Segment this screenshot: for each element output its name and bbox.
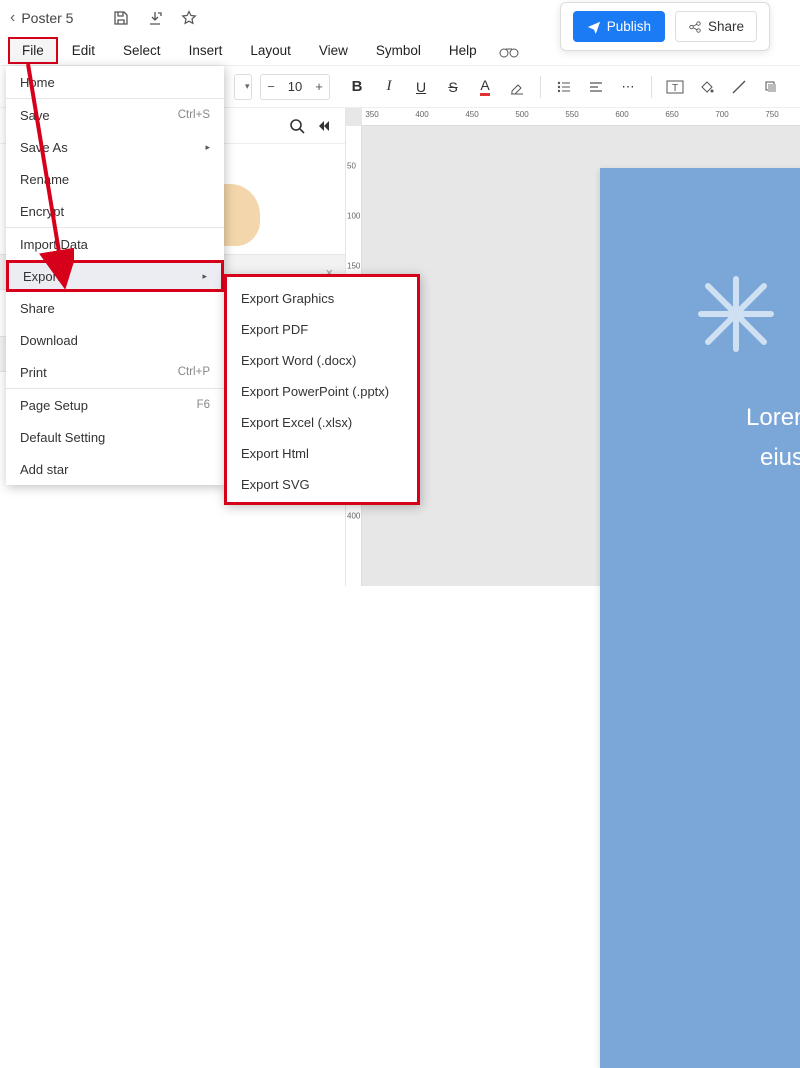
export-pdf[interactable]: Export PDF: [227, 314, 417, 345]
export-graphics[interactable]: Export Graphics: [227, 283, 417, 314]
ruler-horizontal: 350 400 450 500 550 600 650 700 750: [362, 108, 800, 126]
poster-page[interactable]: Loren eius: [600, 168, 800, 1068]
file-save[interactable]: SaveCtrl+S: [6, 99, 224, 131]
file-share[interactable]: Share: [6, 292, 224, 324]
align-button[interactable]: [581, 72, 611, 102]
strikethrough-button[interactable]: S: [438, 72, 468, 102]
menu-edit[interactable]: Edit: [58, 37, 109, 64]
export-html[interactable]: Export Html: [227, 438, 417, 469]
export-submenu: Export Graphics Export PDF Export Word (…: [224, 274, 420, 505]
file-print[interactable]: PrintCtrl+P: [6, 356, 224, 388]
file-import-data[interactable]: Import Data: [6, 228, 224, 260]
save-icon[interactable]: [113, 10, 129, 26]
publish-share-panel: Publish Share: [560, 2, 770, 51]
export-powerpoint[interactable]: Export PowerPoint (.pptx): [227, 376, 417, 407]
font-family-dropdown[interactable]: [234, 74, 252, 100]
menu-help[interactable]: Help: [435, 37, 491, 64]
font-size-plus[interactable]: +: [309, 79, 329, 94]
panel-collapse-icon[interactable]: [315, 118, 331, 134]
snowflake-icon: [696, 274, 776, 354]
publish-label: Publish: [607, 19, 651, 34]
highlight-button[interactable]: [502, 72, 532, 102]
font-size-value: 10: [281, 79, 309, 94]
menu-view[interactable]: View: [305, 37, 362, 64]
share-label: Share: [708, 19, 744, 34]
file-add-star[interactable]: Add star: [6, 453, 224, 485]
more-text-options[interactable]: ⋯: [613, 72, 643, 102]
paper-plane-icon: [587, 20, 601, 34]
poster-text-2: eius: [760, 444, 800, 472]
binoculars-icon[interactable]: [491, 40, 527, 62]
font-size-minus[interactable]: −: [261, 79, 281, 94]
publish-button[interactable]: Publish: [573, 11, 665, 42]
file-save-as[interactable]: Save As▸: [6, 131, 224, 163]
document-title: Poster 5: [21, 10, 73, 26]
file-export[interactable]: Export▸: [6, 260, 224, 292]
menu-symbol[interactable]: Symbol: [362, 37, 435, 64]
bullet-list-button[interactable]: [549, 72, 579, 102]
menu-file[interactable]: File: [8, 37, 58, 64]
file-rename[interactable]: Rename: [6, 163, 224, 195]
fill-button[interactable]: [692, 72, 722, 102]
line-button[interactable]: [724, 72, 754, 102]
menu-select[interactable]: Select: [109, 37, 175, 64]
share-button[interactable]: Share: [675, 11, 757, 42]
export-excel[interactable]: Export Excel (.xlsx): [227, 407, 417, 438]
panel-search-icon[interactable]: [289, 118, 305, 134]
menu-layout[interactable]: Layout: [236, 37, 305, 64]
poster-text-1: Loren: [746, 404, 800, 432]
export-svg[interactable]: Export SVG: [227, 469, 417, 500]
share-icon: [688, 20, 702, 34]
italic-button[interactable]: I: [374, 72, 404, 102]
back-chevron[interactable]: ‹: [10, 9, 15, 27]
svg-text:T: T: [672, 83, 678, 94]
bold-button[interactable]: B: [342, 72, 372, 102]
star-icon[interactable]: [181, 10, 197, 26]
export-word[interactable]: Export Word (.docx): [227, 345, 417, 376]
font-size-stepper[interactable]: − 10 +: [260, 74, 330, 100]
export-quick-icon[interactable]: [147, 10, 163, 26]
underline-button[interactable]: U: [406, 72, 436, 102]
separator: [651, 76, 652, 98]
file-default-setting[interactable]: Default Setting: [6, 421, 224, 453]
file-download[interactable]: Download: [6, 324, 224, 356]
shadow-button[interactable]: [756, 72, 786, 102]
separator: [540, 76, 541, 98]
file-page-setup[interactable]: Page SetupF6: [6, 389, 224, 421]
file-encrypt[interactable]: Encrypt: [6, 195, 224, 227]
file-menu-dropdown: Home SaveCtrl+S Save As▸ Rename Encrypt …: [6, 66, 224, 485]
menu-insert[interactable]: Insert: [175, 37, 237, 64]
textbox-button[interactable]: T: [660, 72, 690, 102]
font-color-button[interactable]: A: [470, 72, 500, 102]
file-home[interactable]: Home: [6, 66, 224, 98]
